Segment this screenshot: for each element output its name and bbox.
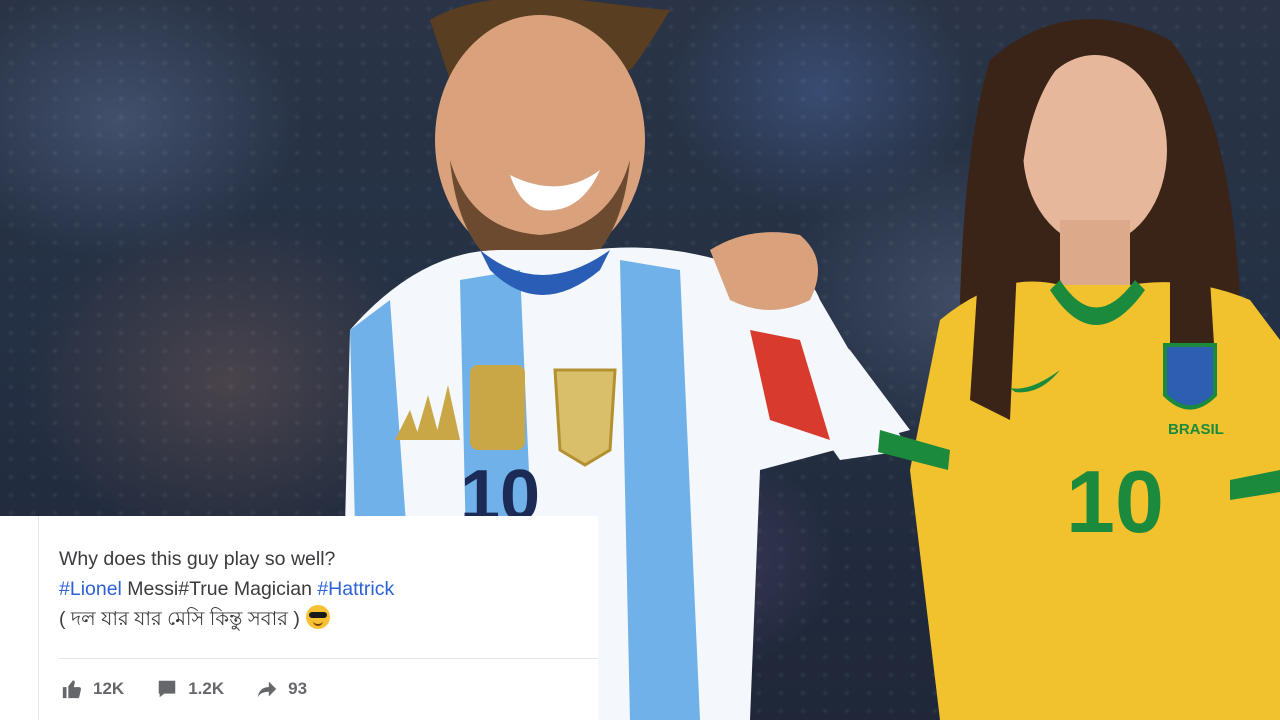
- share-button[interactable]: 93: [256, 678, 307, 700]
- post-actions: 12K 1.2K 93: [61, 678, 307, 700]
- jersey-brand: BRASIL: [1168, 421, 1224, 438]
- jersey-number-right: 10: [1066, 452, 1164, 551]
- post-line-1: Why does this guy play so well?: [59, 548, 336, 570]
- post-line-3: ( দল যার যার মেসি কিন্তু সবার ): [59, 604, 394, 634]
- social-post-card: Why does this guy play so well? #Lionel …: [0, 516, 598, 720]
- post-divider: [59, 658, 598, 659]
- player-right-photo: BRASIL 10: [870, 0, 1280, 720]
- hashtag-lionel[interactable]: #Lionel: [59, 578, 122, 600]
- comment-count: 1.2K: [188, 679, 225, 698]
- hashtag-hattrick[interactable]: #Hattrick: [317, 578, 394, 600]
- comment-icon: [158, 680, 176, 698]
- post-text-messi: Messi: [121, 578, 179, 600]
- post-text-magician: Magician: [228, 578, 318, 600]
- like-count: 12K: [93, 679, 125, 698]
- post-text: Why does this guy play so well? #Lionel …: [59, 544, 394, 634]
- share-count: 93: [288, 679, 308, 698]
- hashtag-true[interactable]: #True: [178, 578, 228, 600]
- post-content: Why does this guy play so well? #Lionel …: [38, 516, 598, 720]
- share-arrow-icon: [257, 681, 277, 698]
- sunglasses-emoji-icon: [305, 605, 330, 629]
- like-button[interactable]: 12K: [61, 678, 124, 700]
- post-line-2: #Lionel Messi#True Magician #Hattrick: [59, 574, 394, 604]
- thumbs-up-icon: [62, 680, 82, 699]
- comment-button[interactable]: 1.2K: [156, 678, 224, 700]
- post-bengali-text: ( দল যার যার মেসি কিন্তু সবার ): [59, 608, 300, 630]
